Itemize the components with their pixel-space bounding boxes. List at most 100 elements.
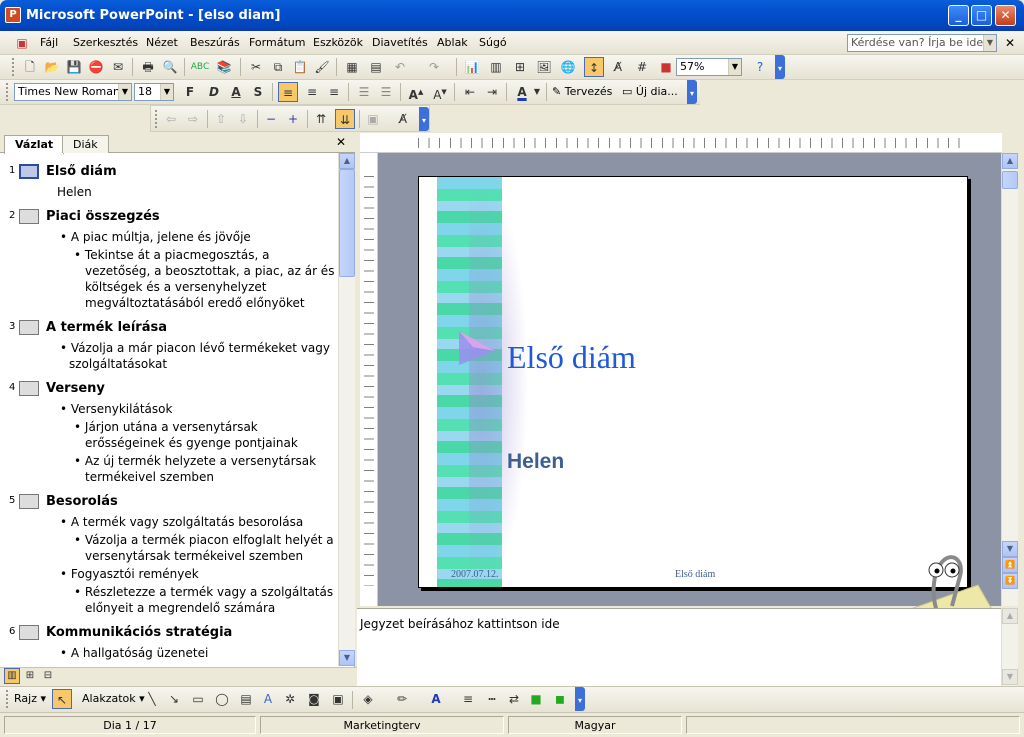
notes-scrollbar[interactable]: ▲ ▼ bbox=[1001, 608, 1018, 686]
spelling-icon[interactable]: ABC bbox=[190, 57, 210, 77]
design-button[interactable]: ✎ Tervezés bbox=[552, 85, 612, 98]
slide-sorter-icon[interactable]: ⊞ bbox=[22, 668, 38, 684]
toolbar-grip[interactable] bbox=[12, 58, 16, 76]
outline-line[interactable]: • Tekintse át a piacmegosztás, a vezetős… bbox=[74, 247, 336, 311]
color-grayscale-icon[interactable]: ■ bbox=[656, 57, 676, 77]
print-preview-icon[interactable]: 🔍 bbox=[160, 57, 180, 77]
help-search-input[interactable]: Kérdése van? Írja be ide. ▼ bbox=[847, 34, 997, 52]
font-color-icon[interactable]: A bbox=[512, 82, 532, 102]
scroll-down-icon[interactable]: ▼ bbox=[1002, 541, 1018, 557]
email-icon[interactable]: ✉ bbox=[108, 57, 128, 77]
bullets-icon[interactable]: ☰ bbox=[376, 82, 396, 102]
undo-icon[interactable]: ↶ bbox=[390, 57, 410, 77]
3d-style-icon[interactable]: ◼ bbox=[550, 689, 570, 709]
normal-view-icon[interactable]: ▥ bbox=[4, 668, 20, 684]
collapse-icon[interactable]: − bbox=[261, 109, 281, 129]
scroll-down-icon[interactable]: ▼ bbox=[339, 650, 355, 666]
toolbar-grip[interactable] bbox=[6, 83, 10, 101]
align-center-icon[interactable]: ≡ bbox=[302, 82, 322, 102]
slide-title[interactable]: Piaci összegzés bbox=[46, 209, 160, 224]
open-icon[interactable]: 📂 bbox=[42, 57, 62, 77]
show-formatting-outline-icon[interactable]: A̸ bbox=[393, 109, 413, 129]
decrease-indent-icon[interactable]: ⇤ bbox=[460, 82, 480, 102]
menu-view[interactable]: Nézet bbox=[146, 36, 178, 49]
redo-icon[interactable]: ↷ bbox=[424, 57, 444, 77]
slideshow-icon[interactable]: ⊟ bbox=[40, 668, 56, 684]
diagram-icon[interactable]: ✲ bbox=[280, 689, 300, 709]
scroll-up-icon[interactable]: ▲ bbox=[1002, 608, 1018, 624]
slide-canvas[interactable]: Első diám Helen 2007.07.12. Első diám bbox=[418, 176, 968, 588]
hyperlink-icon[interactable]: 🌐 bbox=[558, 57, 578, 77]
shadow-style-icon[interactable]: ■ bbox=[526, 689, 546, 709]
clipart-icon[interactable]: ◙ bbox=[304, 689, 324, 709]
format-painter-icon[interactable]: 🖌 bbox=[312, 57, 332, 77]
slide-footer-title[interactable]: Első diám bbox=[675, 569, 715, 580]
move-up-icon[interactable]: ⇧ bbox=[211, 109, 231, 129]
scroll-thumb[interactable] bbox=[339, 169, 355, 277]
numbering-icon[interactable]: ☰ bbox=[354, 82, 374, 102]
scroll-up-icon[interactable]: ▲ bbox=[1002, 153, 1018, 169]
oval-icon[interactable]: ◯ bbox=[212, 689, 232, 709]
document-icon[interactable]: ▣ bbox=[12, 33, 32, 53]
menu-slideshow[interactable]: Diavetítés bbox=[372, 36, 428, 49]
demote-icon[interactable]: ⇨ bbox=[183, 109, 203, 129]
new-icon[interactable]: 🗋 bbox=[20, 57, 40, 77]
slide-title[interactable]: Kommunikációs stratégia bbox=[46, 625, 232, 640]
slide-footer-date[interactable]: 2007.07.12. bbox=[451, 569, 499, 580]
menu-file[interactable]: Fájl bbox=[40, 36, 58, 49]
toolbar-options-icon[interactable]: ▾ bbox=[687, 80, 697, 104]
slide-subtitle[interactable]: Helen bbox=[507, 450, 564, 474]
slide-title[interactable]: A termék leírása bbox=[46, 320, 167, 335]
shadow-button[interactable]: S bbox=[248, 82, 268, 102]
slide-title[interactable]: Verseny bbox=[46, 381, 105, 396]
slide-title[interactable]: Első diám bbox=[46, 164, 117, 179]
toolbar-grip[interactable] bbox=[6, 690, 10, 708]
toolbar-grip[interactable] bbox=[155, 110, 159, 128]
chart-icon[interactable]: ▤ bbox=[366, 57, 386, 77]
slide-title[interactable]: Besorolás bbox=[46, 494, 118, 509]
decrease-font-icon[interactable]: A▼ bbox=[430, 82, 450, 102]
underline-button[interactable]: A bbox=[226, 82, 246, 102]
grid-icon[interactable]: # bbox=[632, 57, 652, 77]
insert-picture-icon[interactable]: 🖼 bbox=[534, 57, 554, 77]
line-style-icon[interactable]: ≡ bbox=[458, 689, 478, 709]
arrow-icon[interactable]: ↘ bbox=[164, 689, 184, 709]
outline-line[interactable]: • A piac múltja, jelene és jövője bbox=[60, 229, 251, 245]
arrow-style-icon[interactable]: ⇄ bbox=[504, 689, 524, 709]
move-down-icon[interactable]: ⇩ bbox=[233, 109, 253, 129]
dash-style-icon[interactable]: ┅ bbox=[482, 689, 502, 709]
toolbar-options-icon[interactable]: ▾ bbox=[775, 55, 785, 79]
outline-line[interactable]: • Részletezze a termék vagy a szolgáltat… bbox=[74, 584, 336, 616]
rectangle-icon[interactable]: ▭ bbox=[188, 689, 208, 709]
outline-line[interactable]: Helen bbox=[57, 184, 92, 200]
close-window-button[interactable]: ✕ bbox=[995, 5, 1016, 26]
promote-icon[interactable]: ⇦ bbox=[161, 109, 181, 129]
collapse-all-icon[interactable]: ⇈ bbox=[311, 109, 331, 129]
save-icon[interactable]: 💾 bbox=[64, 57, 84, 77]
show-formatting-icon[interactable]: A̸ bbox=[608, 57, 628, 77]
minimize-button[interactable]: _ bbox=[948, 5, 969, 26]
picture-icon[interactable]: ▣ bbox=[328, 689, 348, 709]
chevron-down-icon[interactable]: ▼ bbox=[160, 84, 173, 100]
font-color-draw-icon[interactable]: A bbox=[426, 689, 446, 709]
outline-line[interactable]: • Vázolja a termék piacon elfoglalt hely… bbox=[74, 532, 336, 564]
insert-table-icon[interactable]: ▦ bbox=[342, 57, 362, 77]
font-size-select[interactable]: 18 ▼ bbox=[134, 83, 174, 101]
close-document-button[interactable]: ✕ bbox=[1005, 36, 1015, 50]
scroll-thumb[interactable] bbox=[1002, 171, 1018, 189]
summary-slide-icon[interactable]: ▣ bbox=[363, 109, 383, 129]
scroll-down-icon[interactable]: ▼ bbox=[1002, 669, 1018, 685]
font-select[interactable]: Times New Roman ▼ bbox=[14, 83, 132, 101]
outline-line[interactable]: • Fogyasztói remények bbox=[60, 566, 199, 582]
menu-help[interactable]: Súgó bbox=[479, 36, 507, 49]
bold-button[interactable]: F bbox=[180, 82, 200, 102]
align-left-icon[interactable]: ≡ bbox=[278, 82, 298, 102]
maximize-button[interactable]: □ bbox=[971, 5, 992, 26]
tables-borders-icon[interactable]: ⊞ bbox=[510, 57, 530, 77]
italic-button[interactable]: D bbox=[204, 82, 224, 102]
increase-font-icon[interactable]: A▲ bbox=[406, 82, 426, 102]
close-pane-icon[interactable]: ✕ bbox=[336, 135, 346, 149]
scroll-up-icon[interactable]: ▲ bbox=[339, 153, 355, 169]
align-right-icon[interactable]: ≡ bbox=[324, 82, 344, 102]
paste-icon[interactable]: 📋 bbox=[290, 57, 310, 77]
